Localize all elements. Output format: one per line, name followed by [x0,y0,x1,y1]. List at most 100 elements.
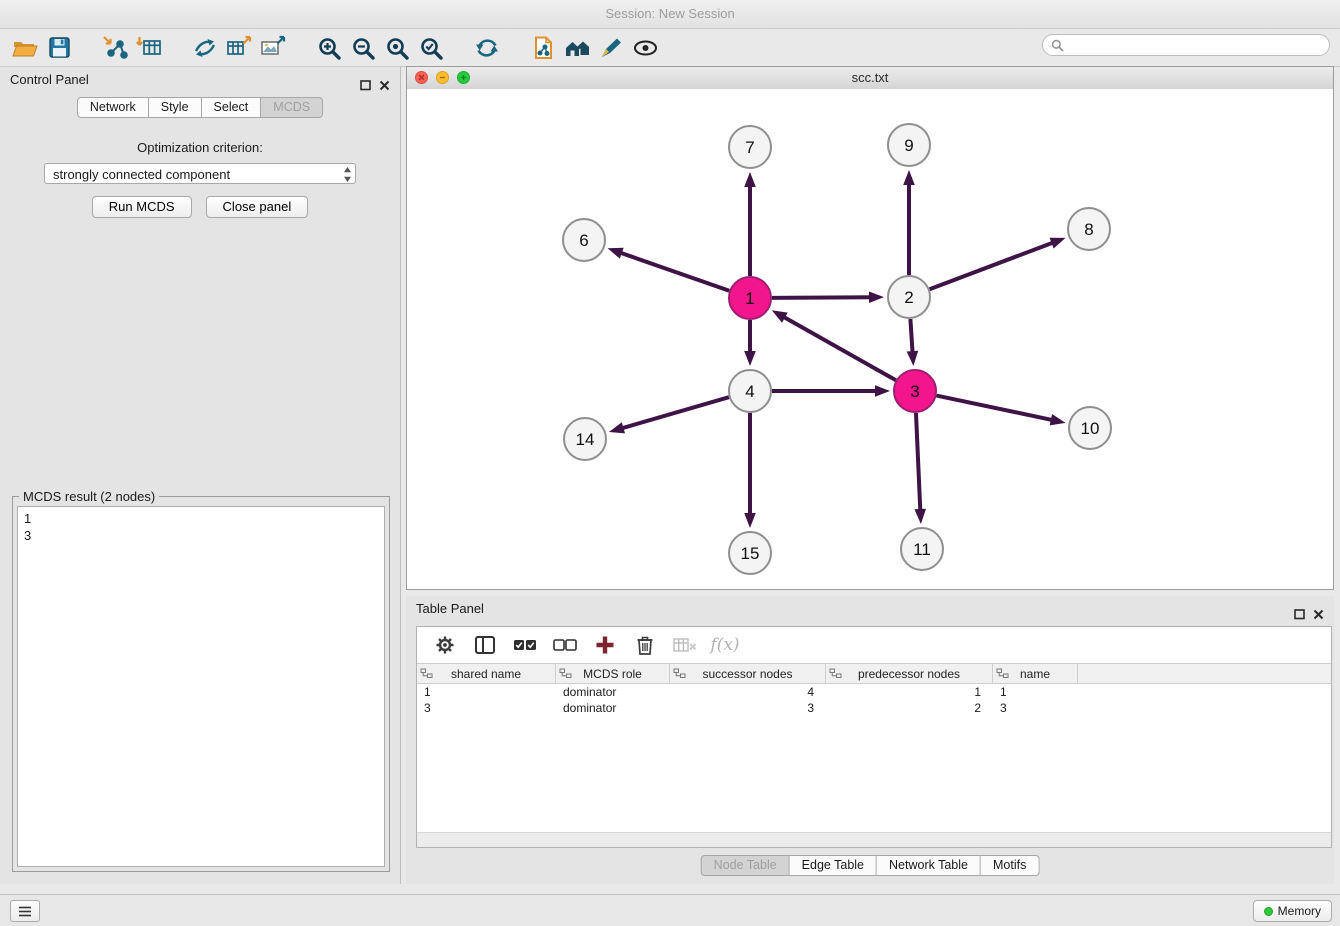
graph-node-11[interactable]: 11 [901,528,943,570]
table-cell[interactable]: 4 [670,684,826,700]
column-header-name[interactable]: name [993,664,1078,683]
graph-node-10[interactable]: 10 [1069,407,1111,449]
unselect-all-icon[interactable] [547,630,583,660]
network-window-title: scc.txt [852,70,889,85]
tab-select[interactable]: Select [202,97,262,118]
zoom-in-icon[interactable] [312,32,346,64]
table-cell[interactable]: dominator [556,684,670,700]
home-icon[interactable] [560,32,594,64]
close-panel-icon[interactable] [379,74,390,100]
tab-network-table[interactable]: Network Table [877,855,981,876]
graph-node-8[interactable]: 8 [1068,208,1110,250]
open-folder-icon[interactable] [8,32,42,64]
select-stepper-icon [343,166,352,189]
table-cell[interactable]: dominator [556,700,670,716]
search-box[interactable] [1042,34,1330,56]
graph-node-7[interactable]: 7 [729,126,771,168]
hamburger-icon [18,906,32,917]
criterion-select[interactable]: strongly connected component [44,163,356,184]
criterion-select-value: strongly connected component [53,167,230,182]
table-cell[interactable]: 3 [993,700,1078,716]
graph-node-1[interactable]: 1 [729,277,771,319]
zoom-window-icon[interactable] [457,71,470,84]
column-header-shared-name[interactable]: shared name [417,664,556,683]
graph-node-6[interactable]: 6 [563,219,605,261]
save-icon[interactable] [42,32,76,64]
node-label-7: 7 [745,138,754,157]
graph-node-15[interactable]: 15 [729,532,771,574]
edge-arrowhead-1-2 [869,291,884,303]
add-column-icon[interactable] [587,630,623,660]
edge-4-14[interactable] [620,397,729,429]
function-builder-icon[interactable]: f(x) [707,630,743,660]
table-cell[interactable]: 1 [826,684,993,700]
network-clipboard-icon[interactable] [526,32,560,64]
edge-1-2[interactable] [772,297,873,298]
float-panel-icon[interactable] [360,74,371,100]
run-mcds-button[interactable]: Run MCDS [92,196,192,218]
search-input[interactable] [1069,37,1321,54]
table-cell[interactable]: 2 [826,700,993,716]
export-table-icon[interactable] [222,32,256,64]
import-network-icon[interactable] [98,32,132,64]
close-panel-button[interactable]: Close panel [206,196,309,218]
table-cell[interactable]: 3 [417,700,556,716]
column-header-mcds-role[interactable]: MCDS role [556,664,670,683]
delete-column-icon[interactable] [627,630,663,660]
zoom-fit-icon[interactable] [380,32,414,64]
zoom-selected-icon[interactable] [414,32,448,64]
main-toolbar [0,29,1340,67]
edge-2-3[interactable] [910,319,912,355]
edge-arrowhead-1-7 [744,172,756,187]
column-header-successor-nodes[interactable]: successor nodes [670,664,826,683]
table-footer-strip [417,832,1331,847]
table-cell[interactable]: 1 [417,684,556,700]
memory-button[interactable]: Memory [1253,900,1332,922]
mcds-result-line: 3 [24,527,378,544]
mcds-result-group: MCDS result (2 nodes) 13 [12,496,390,872]
graph-node-9[interactable]: 9 [888,124,930,166]
tab-mcds[interactable]: MCDS [261,97,323,118]
network-graph[interactable]: 7 9 6 8 1 2 4 3 14 10 15 11 [407,89,1333,589]
table-row[interactable]: 1dominator411 [417,684,1331,700]
edge-1-6[interactable] [618,252,729,291]
zoom-out-icon[interactable] [346,32,380,64]
graph-node-14[interactable]: 14 [564,418,606,460]
network-canvas[interactable]: 7 9 6 8 1 2 4 3 14 10 15 11 [407,89,1333,589]
control-panel-tabs: NetworkStyleSelectMCDS [0,97,400,118]
tab-edge-table[interactable]: Edge Table [790,855,877,876]
show-hide-eye-icon[interactable] [628,32,662,64]
edge-2-8[interactable] [930,242,1056,290]
close-window-icon[interactable] [415,71,428,84]
network-window-titlebar[interactable]: scc.txt [407,67,1333,90]
table-cell[interactable]: 3 [670,700,826,716]
edge-3-1[interactable] [781,316,895,381]
graph-node-2[interactable]: 2 [888,276,930,318]
refresh-icon[interactable] [470,32,504,64]
tab-motifs[interactable]: Motifs [981,855,1039,876]
tab-node-table[interactable]: Node Table [701,855,790,876]
settings-gear-icon[interactable] [427,630,463,660]
new-network-icon[interactable] [188,32,222,64]
tab-style[interactable]: Style [149,97,202,118]
select-all-icon[interactable] [507,630,543,660]
node-label-6: 6 [579,231,588,250]
delete-table-icon[interactable] [667,630,703,660]
column-header-predecessor-nodes[interactable]: predecessor nodes [826,664,993,683]
node-label-14: 14 [576,430,595,449]
graph-node-4[interactable]: 4 [729,370,771,412]
tab-network[interactable]: Network [77,97,149,118]
import-table-icon[interactable] [132,32,166,64]
table-cell[interactable]: 1 [993,684,1078,700]
edge-3-11[interactable] [916,413,920,513]
minimize-window-icon[interactable] [436,71,449,84]
export-image-icon[interactable] [256,32,290,64]
table-row[interactable]: 3dominator323 [417,700,1331,716]
columns-layout-icon[interactable] [467,630,503,660]
optimization-criterion-label: Optimization criterion: [0,140,400,155]
edge-3-10[interactable] [937,396,1055,421]
status-menu-button[interactable] [10,900,40,922]
graph-node-3[interactable]: 3 [894,370,936,412]
style-brush-icon[interactable] [594,32,628,64]
control-panel-title: Control Panel [10,72,89,87]
